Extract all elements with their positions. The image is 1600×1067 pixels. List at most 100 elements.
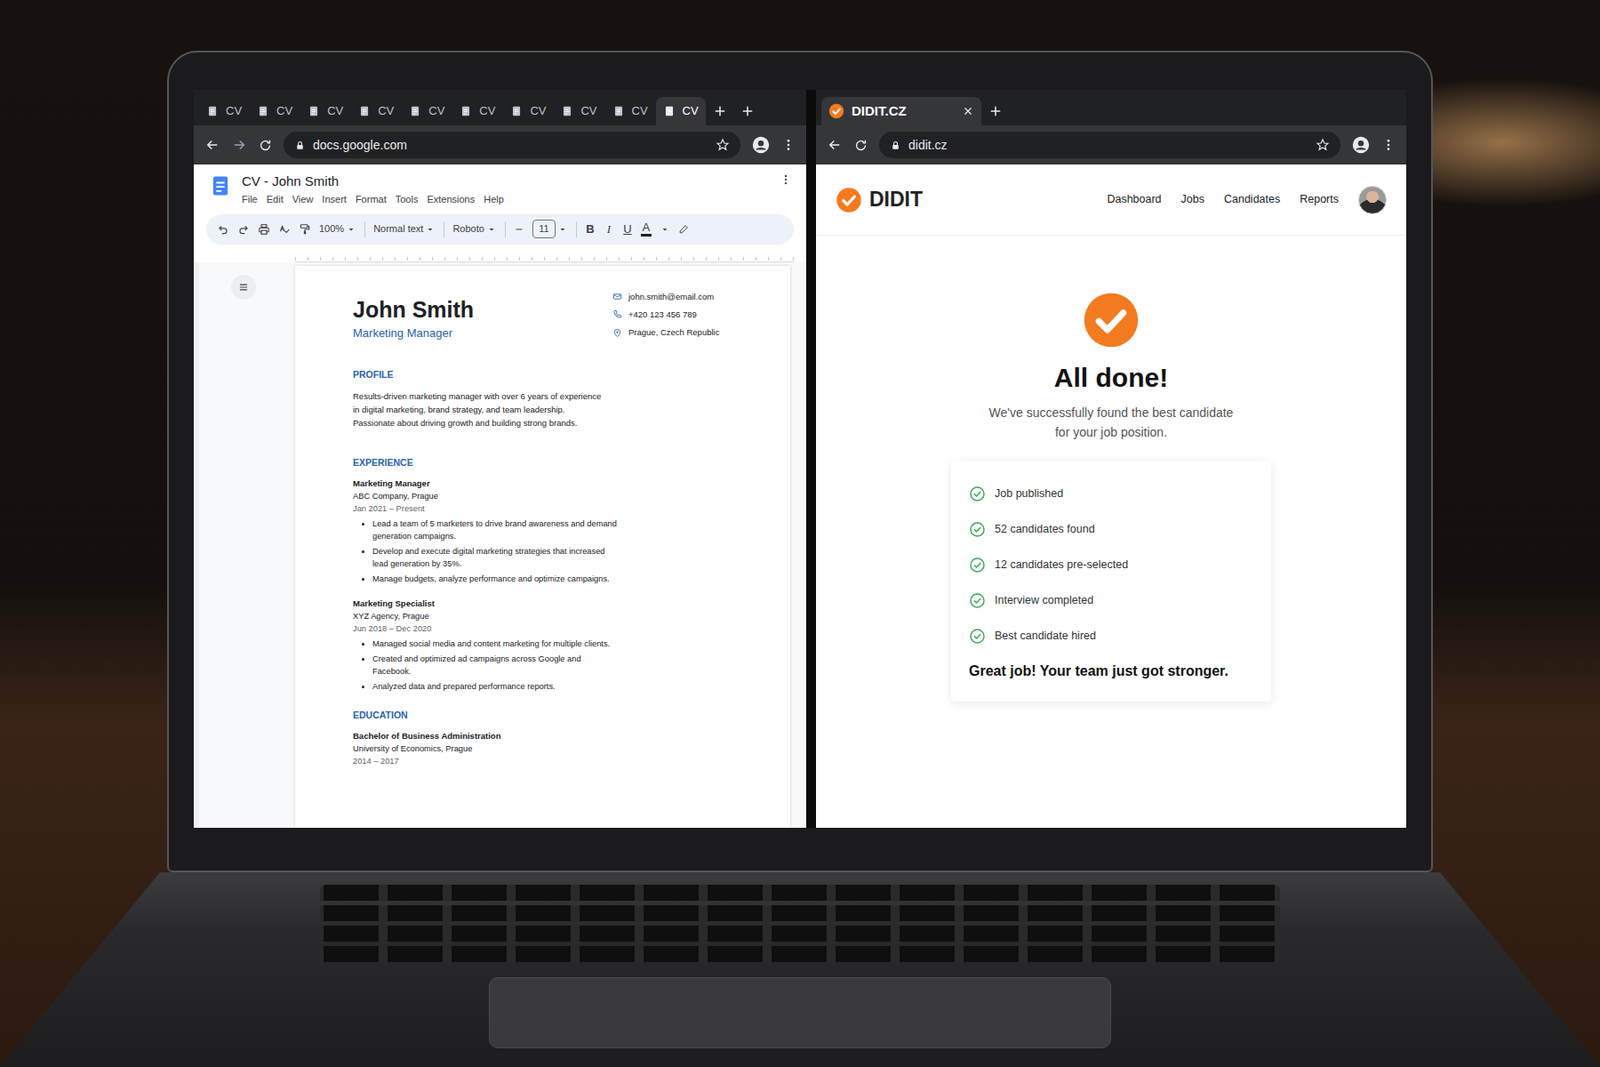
menu-item[interactable]: File xyxy=(241,192,258,208)
back-icon[interactable] xyxy=(826,136,843,153)
nav-link[interactable]: Candidates xyxy=(1224,191,1280,208)
forward-icon[interactable] xyxy=(231,136,248,153)
tab-label-group: CV xyxy=(560,102,597,120)
step-label: 52 candidates found xyxy=(994,520,1096,538)
nav-link[interactable]: Dashboard xyxy=(1106,191,1161,208)
document-icon xyxy=(358,104,371,118)
menu-item[interactable]: Tools xyxy=(395,192,419,208)
plus-icon xyxy=(739,103,756,120)
menu-item[interactable]: Help xyxy=(483,192,504,208)
step-row: Interview completed xyxy=(968,582,1254,618)
success-footer: Great job! Your team just got stronger. xyxy=(968,660,1254,682)
cv-name: John Smith xyxy=(352,296,474,323)
browser-tab[interactable]: CV xyxy=(300,96,351,126)
cv-role: Marketing Manager xyxy=(352,324,474,343)
browser-tab[interactable]: CV xyxy=(656,96,706,126)
highlight-icon[interactable] xyxy=(678,223,690,235)
url-text: docs.google.com xyxy=(312,136,709,155)
paint-format-icon[interactable] xyxy=(298,223,312,236)
nav-link[interactable]: Reports xyxy=(1299,191,1339,208)
docs-menu: File Edit View Insert Format Tools Extensions H… xyxy=(241,192,771,208)
decrease-size-icon[interactable] xyxy=(513,224,525,235)
url-field[interactable]: docs.google.com xyxy=(283,131,741,159)
new-tab-button[interactable] xyxy=(706,96,734,126)
font-select[interactable]: Roboto xyxy=(452,221,496,237)
text-color-button[interactable]: A xyxy=(640,221,652,237)
menu-dots-icon[interactable] xyxy=(1381,137,1396,152)
font-size-field[interactable]: 11 xyxy=(532,219,568,239)
section-heading: PROFILE xyxy=(352,368,764,383)
step-label: 12 candidates pre-selected xyxy=(994,556,1128,574)
app-nav: Dashboard Jobs Candidates Reports xyxy=(1106,185,1387,215)
menu-item[interactable]: View xyxy=(292,192,314,208)
new-tab-button[interactable] xyxy=(734,96,761,126)
reload-icon[interactable] xyxy=(853,137,869,153)
docs-window: CVCVCVCVCVCVCVCVCVCVdocs.google.comCV - … xyxy=(193,89,807,828)
lock-icon xyxy=(889,139,902,152)
document-icon xyxy=(560,104,574,118)
menu-item[interactable]: Format xyxy=(355,192,387,208)
section-heading: EXPERIENCE xyxy=(352,456,764,471)
browser-tab[interactable]: DIDIT.CZ xyxy=(821,96,982,126)
tab-label: CV xyxy=(632,102,648,120)
dropdown-icon[interactable] xyxy=(659,224,671,235)
reload-icon[interactable] xyxy=(257,137,273,153)
tab-label: CV xyxy=(479,102,496,120)
browser-tab[interactable]: CV xyxy=(249,96,300,126)
profile-icon[interactable] xyxy=(1351,135,1371,155)
address-bar: docs.google.com xyxy=(193,125,807,165)
browser-tab[interactable]: CV xyxy=(605,96,656,126)
document-page[interactable]: John SmithMarketing Managerjohn.smith@em… xyxy=(295,265,791,829)
job-bullet: Managed social media and content marketi… xyxy=(372,637,620,651)
job-entry: Marketing ManagerABC Company, PragueJan … xyxy=(352,477,764,586)
steps-card: Job published52 candidates found12 candi… xyxy=(951,461,1272,702)
toolbar-separator xyxy=(443,221,445,238)
document-title[interactable]: CV - John Smith xyxy=(241,173,771,190)
brand[interactable]: DIDIT xyxy=(835,184,923,216)
browser-tab[interactable]: CV xyxy=(401,96,452,126)
more-icon[interactable] xyxy=(779,173,792,186)
outline-button[interactable] xyxy=(231,274,256,300)
bookmark-star-icon[interactable] xyxy=(715,137,730,152)
tab-label-group: CV xyxy=(612,102,648,120)
contact-text: +420 123 456 789 xyxy=(628,308,697,321)
toolbar-separator xyxy=(504,221,506,238)
redo-icon[interactable] xyxy=(237,223,250,236)
keyboard[interactable] xyxy=(320,884,1280,967)
cv-header: John SmithMarketing Managerjohn.smith@em… xyxy=(352,290,764,343)
browser-tab[interactable]: CV xyxy=(553,96,604,126)
font-size-value[interactable]: 11 xyxy=(532,219,556,239)
bookmark-star-icon[interactable] xyxy=(1315,137,1330,152)
step-label: Interview completed xyxy=(994,592,1094,609)
italic-button[interactable]: I xyxy=(603,220,615,239)
tab-label-group: CV xyxy=(307,102,344,120)
style-select[interactable]: Normal text xyxy=(373,221,436,237)
close-icon[interactable] xyxy=(961,104,975,118)
bold-button[interactable]: B xyxy=(584,220,596,239)
print-icon[interactable] xyxy=(257,223,271,236)
trackpad[interactable] xyxy=(488,976,1112,1048)
new-tab-button[interactable] xyxy=(982,96,1009,126)
browser-tab[interactable]: CV xyxy=(351,96,401,126)
back-icon[interactable] xyxy=(204,136,221,153)
docs-logo-icon[interactable] xyxy=(208,173,233,199)
zoom-select[interactable]: 100% xyxy=(319,221,357,237)
menu-dots-icon[interactable] xyxy=(781,137,796,152)
app-header: DIDIT Dashboard Jobs Candidates Reports xyxy=(816,164,1407,236)
profile-icon[interactable] xyxy=(751,135,771,155)
avatar-icon[interactable] xyxy=(1358,185,1387,215)
browser-tab[interactable]: CV xyxy=(452,96,503,126)
document-icon xyxy=(612,104,625,118)
menu-item[interactable]: Extensions xyxy=(426,192,475,208)
nav-link[interactable]: Jobs xyxy=(1181,191,1205,208)
menu-item[interactable]: Insert xyxy=(321,192,347,208)
url-field[interactable]: didit.cz xyxy=(879,131,1341,159)
spellcheck-icon[interactable] xyxy=(278,223,291,236)
browser-tab[interactable]: CV xyxy=(503,96,553,126)
undo-icon[interactable] xyxy=(216,223,230,236)
cv-name-block: John SmithMarketing Manager xyxy=(352,290,474,343)
underline-button[interactable]: U xyxy=(622,220,633,239)
browser-tab[interactable]: CV xyxy=(199,96,249,126)
tab-label-group: CV xyxy=(459,102,496,120)
menu-item[interactable]: Edit xyxy=(266,192,284,208)
